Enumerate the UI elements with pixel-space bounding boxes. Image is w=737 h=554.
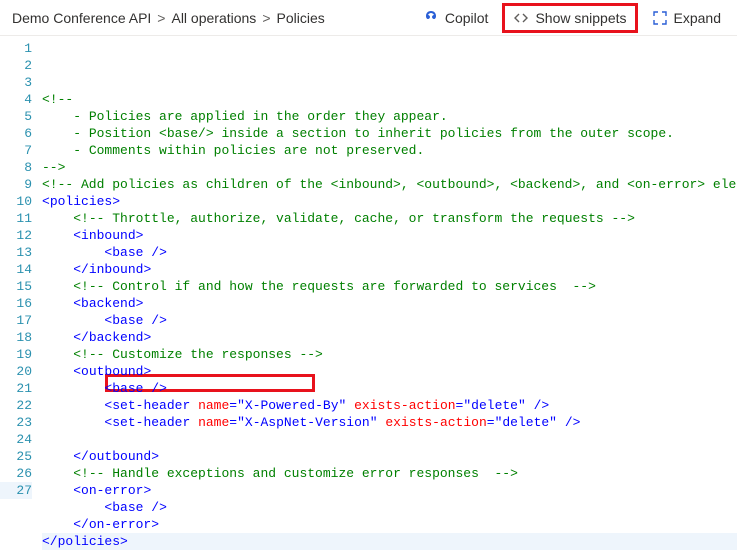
line-number: 12 [0, 227, 32, 244]
line-number: 20 [0, 363, 32, 380]
code-line[interactable]: - Comments within policies are not prese… [42, 142, 737, 159]
line-number: 14 [0, 261, 32, 278]
line-number: 13 [0, 244, 32, 261]
code-line[interactable]: <!-- Throttle, authorize, validate, cach… [42, 210, 737, 227]
line-number: 25 [0, 448, 32, 465]
code-content[interactable]: <!-- - Policies are applied in the order… [42, 36, 737, 554]
code-line[interactable]: <!-- Handle exceptions and customize err… [42, 465, 737, 482]
expand-button[interactable]: Expand [644, 6, 729, 30]
code-line[interactable] [42, 431, 737, 448]
code-line[interactable]: </on-error> [42, 516, 737, 533]
line-number: 10 [0, 193, 32, 210]
show-snippets-button[interactable]: Show snippets [505, 6, 634, 30]
code-line[interactable]: <!-- Add policies as children of the <in… [42, 176, 737, 193]
line-number: 7 [0, 142, 32, 159]
line-number: 21 [0, 380, 32, 397]
toolbar: Demo Conference API > All operations > P… [0, 0, 737, 36]
line-number: 18 [0, 329, 32, 346]
code-line[interactable]: <set-header name="X-Powered-By" exists-a… [42, 397, 737, 414]
line-number: 4 [0, 91, 32, 108]
code-line[interactable]: <outbound> [42, 363, 737, 380]
code-line[interactable]: <!-- Customize the responses --> [42, 346, 737, 363]
breadcrumb: Demo Conference API > All operations > P… [12, 10, 409, 26]
code-line[interactable]: <backend> [42, 295, 737, 312]
copilot-icon [423, 10, 439, 26]
line-number: 8 [0, 159, 32, 176]
code-line[interactable]: <base /> [42, 244, 737, 261]
breadcrumb-separator: > [157, 10, 165, 26]
line-number: 26 [0, 465, 32, 482]
line-number: 27 [0, 482, 32, 499]
line-number: 17 [0, 312, 32, 329]
code-line[interactable]: - Position <base/> inside a section to i… [42, 125, 737, 142]
breadcrumb-item[interactable]: All operations [171, 10, 256, 26]
line-number: 6 [0, 125, 32, 142]
breadcrumb-separator: > [262, 10, 270, 26]
show-snippets-label: Show snippets [535, 10, 626, 26]
code-line[interactable]: </inbound> [42, 261, 737, 278]
breadcrumb-item[interactable]: Demo Conference API [12, 10, 151, 26]
code-line[interactable]: </policies> [42, 533, 737, 550]
expand-label: Expand [674, 10, 721, 26]
line-number: 11 [0, 210, 32, 227]
code-line[interactable]: <!-- [42, 91, 737, 108]
line-number: 9 [0, 176, 32, 193]
code-line[interactable]: </outbound> [42, 448, 737, 465]
copilot-button[interactable]: Copilot [415, 6, 497, 30]
code-line[interactable]: <base /> [42, 380, 737, 397]
line-number: 16 [0, 295, 32, 312]
code-line[interactable]: - Policies are applied in the order they… [42, 108, 737, 125]
code-line[interactable]: <policies> [42, 193, 737, 210]
line-number: 19 [0, 346, 32, 363]
code-line[interactable]: --> [42, 159, 737, 176]
code-line[interactable]: <base /> [42, 499, 737, 516]
line-number: 1 [0, 40, 32, 57]
copilot-label: Copilot [445, 10, 489, 26]
line-number-gutter: 1234567891011121314151617181920212223242… [0, 36, 42, 554]
code-line[interactable]: <!-- Control if and how the requests are… [42, 278, 737, 295]
code-line[interactable]: </backend> [42, 329, 737, 346]
snippets-highlight: Show snippets [502, 3, 637, 33]
expand-icon [652, 10, 668, 26]
line-number: 5 [0, 108, 32, 125]
line-number: 15 [0, 278, 32, 295]
line-number: 22 [0, 397, 32, 414]
code-line[interactable]: <on-error> [42, 482, 737, 499]
line-number: 24 [0, 431, 32, 448]
code-line[interactable]: <set-header name="X-AspNet-Version" exis… [42, 414, 737, 431]
line-number: 2 [0, 57, 32, 74]
line-number: 23 [0, 414, 32, 431]
line-number: 3 [0, 74, 32, 91]
code-line[interactable]: <base /> [42, 312, 737, 329]
code-editor[interactable]: 1234567891011121314151617181920212223242… [0, 36, 737, 554]
breadcrumb-item[interactable]: Policies [277, 10, 325, 26]
code-line[interactable]: <inbound> [42, 227, 737, 244]
code-icon [513, 10, 529, 26]
